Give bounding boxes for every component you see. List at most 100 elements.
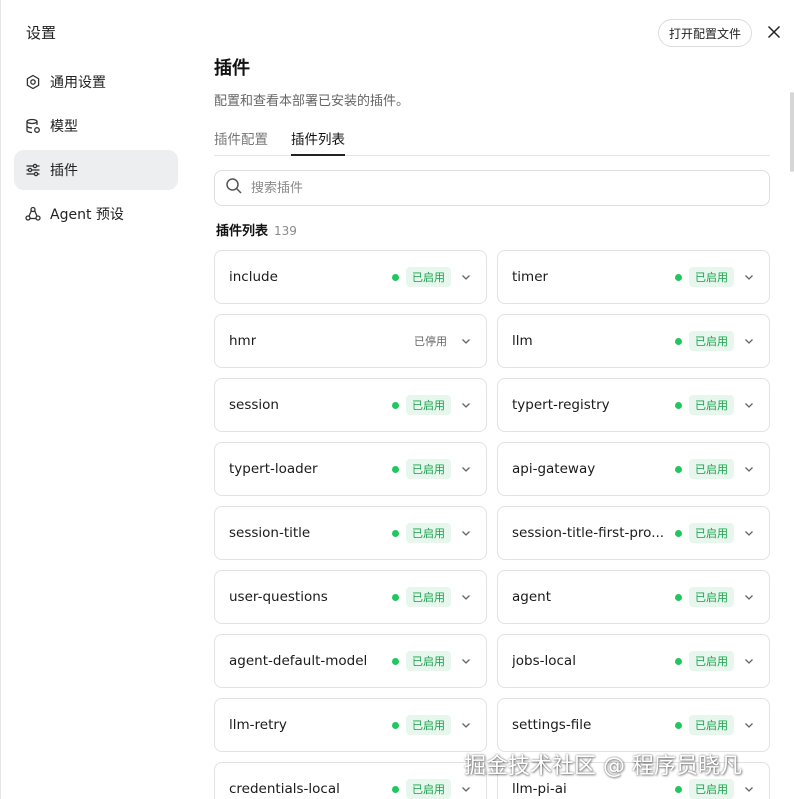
plugin-name: typert-registry xyxy=(512,397,610,413)
plugin-status-area: 已启用 xyxy=(675,251,755,303)
chevron-down-icon[interactable] xyxy=(743,591,755,603)
plugin-card[interactable]: session-title-first-pro... 已启用 xyxy=(497,506,770,560)
chevron-down-icon[interactable] xyxy=(743,335,755,347)
chevron-down-icon[interactable] xyxy=(743,655,755,667)
plugin-card[interactable]: hmr 已停用 xyxy=(214,314,487,368)
plugin-card[interactable]: user-questions 已启用 xyxy=(214,570,487,624)
plugin-card[interactable]: credentials-local 已启用 xyxy=(214,762,487,799)
plugin-count: 139 xyxy=(274,224,297,238)
page-title: 插件 xyxy=(214,58,250,79)
tab-plugin-list[interactable]: 插件列表 xyxy=(291,124,345,156)
plugin-card[interactable]: api-gateway 已启用 xyxy=(497,442,770,496)
status-badge: 已启用 xyxy=(689,779,734,799)
status-badge: 已启用 xyxy=(689,331,734,351)
sidebar-item-models[interactable]: 模型 xyxy=(14,106,178,146)
status-badge: 已启用 xyxy=(689,715,734,735)
status-dot xyxy=(392,785,399,793)
chevron-down-icon[interactable] xyxy=(460,399,472,411)
status-badge: 已启用 xyxy=(406,779,451,799)
status-dot xyxy=(392,721,399,729)
sidebar-item-label: 插件 xyxy=(50,163,78,179)
status-dot xyxy=(392,529,399,537)
chevron-down-icon[interactable] xyxy=(460,655,472,667)
plugin-name: settings-file xyxy=(512,717,592,733)
plugin-name: llm-retry xyxy=(229,717,287,733)
chevron-down-icon[interactable] xyxy=(743,463,755,475)
chevron-down-icon[interactable] xyxy=(460,719,472,731)
sidebar-item-agent-presets[interactable]: Agent 预设 xyxy=(14,194,178,234)
plugin-status-area: 已启用 xyxy=(392,571,472,623)
chevron-down-icon[interactable] xyxy=(460,591,472,603)
status-badge: 已启用 xyxy=(406,523,451,543)
watermark: 掘金技术社区 @ 程序员晓凡 xyxy=(464,754,742,779)
status-badge: 已启用 xyxy=(406,267,451,287)
status-badge: 已启用 xyxy=(689,587,734,607)
status-dot xyxy=(675,785,682,793)
search-box[interactable] xyxy=(214,170,770,206)
chevron-down-icon[interactable] xyxy=(460,463,472,475)
tab-plugin-config[interactable]: 插件配置 xyxy=(214,124,268,156)
chevron-down-icon[interactable] xyxy=(460,335,472,347)
page-description: 配置和查看本部署已安装的插件。 xyxy=(214,94,410,109)
scrollbar-thumb[interactable] xyxy=(790,92,794,172)
plugin-card[interactable]: llm 已启用 xyxy=(497,314,770,368)
plugin-name: llm xyxy=(512,333,533,349)
chevron-down-icon[interactable] xyxy=(460,527,472,539)
status-dot xyxy=(675,401,682,409)
sidebar-item-general[interactable]: 通用设置 xyxy=(14,62,178,102)
sidebar-item-plugins[interactable]: 插件 xyxy=(14,150,178,190)
plugin-card[interactable]: typert-loader 已启用 xyxy=(214,442,487,496)
plugin-name: credentials-local xyxy=(229,781,340,797)
status-badge: 已启用 xyxy=(689,267,734,287)
chevron-down-icon[interactable] xyxy=(743,783,755,795)
plugin-status-area: 已启用 xyxy=(675,443,755,495)
chevron-down-icon[interactable] xyxy=(743,527,755,539)
status-dot xyxy=(675,593,682,601)
status-dot xyxy=(675,273,682,281)
plugin-card[interactable]: settings-file 已启用 xyxy=(497,698,770,752)
plugin-card[interactable]: jobs-local 已启用 xyxy=(497,634,770,688)
sidebar-item-label: 通用设置 xyxy=(50,75,106,91)
search-input[interactable] xyxy=(251,180,731,196)
status-dot xyxy=(392,401,399,409)
chevron-down-icon[interactable] xyxy=(743,719,755,731)
agent-icon xyxy=(25,206,41,222)
search-icon xyxy=(225,177,251,199)
plugin-card[interactable]: include 已启用 xyxy=(214,250,487,304)
plugin-name: session-title-first-pro... xyxy=(512,525,665,541)
plugin-status-area: 已启用 xyxy=(675,379,755,431)
plugin-name: agent xyxy=(512,589,551,605)
plugin-name: user-questions xyxy=(229,589,328,605)
status-badge: 已停用 xyxy=(414,335,447,348)
plugin-status-area: 已启用 xyxy=(675,571,755,623)
chevron-down-icon[interactable] xyxy=(743,271,755,283)
plugin-card[interactable]: agent-default-model 已启用 xyxy=(214,634,487,688)
plugin-card[interactable]: session-title 已启用 xyxy=(214,506,487,560)
plugin-card[interactable]: agent 已启用 xyxy=(497,570,770,624)
sidebar-nav: 通用设置 模型 插件 Agent 预设 xyxy=(14,62,178,238)
status-dot xyxy=(392,593,399,601)
sidebar-item-label: Agent 预设 xyxy=(50,207,124,223)
status-badge: 已启用 xyxy=(406,395,451,415)
plugin-status-area: 已启用 xyxy=(392,763,472,799)
plugin-card[interactable]: timer 已启用 xyxy=(497,250,770,304)
plugin-status-area: 已启用 xyxy=(675,315,755,367)
status-badge: 已启用 xyxy=(689,651,734,671)
plugin-status-area: 已启用 xyxy=(675,635,755,687)
plugin-name: llm-pi-ai xyxy=(512,781,567,797)
plugin-card[interactable]: session 已启用 xyxy=(214,378,487,432)
plugin-name: typert-loader xyxy=(229,461,318,477)
chevron-down-icon[interactable] xyxy=(743,399,755,411)
status-dot xyxy=(675,337,682,345)
chevron-down-icon[interactable] xyxy=(460,783,472,795)
sliders-icon xyxy=(25,162,41,178)
plugin-name: agent-default-model xyxy=(229,653,368,669)
plugin-card[interactable]: llm-retry 已启用 xyxy=(214,698,487,752)
plugin-card[interactable]: typert-registry 已启用 xyxy=(497,378,770,432)
status-badge: 已启用 xyxy=(689,459,734,479)
plugin-status-area: 已启用 xyxy=(392,443,472,495)
chevron-down-icon[interactable] xyxy=(460,271,472,283)
plugin-status-area: 已启用 xyxy=(675,507,755,559)
plugin-status-area: 已启用 xyxy=(392,507,472,559)
tab-bar: 插件配置 插件列表 xyxy=(214,124,770,156)
